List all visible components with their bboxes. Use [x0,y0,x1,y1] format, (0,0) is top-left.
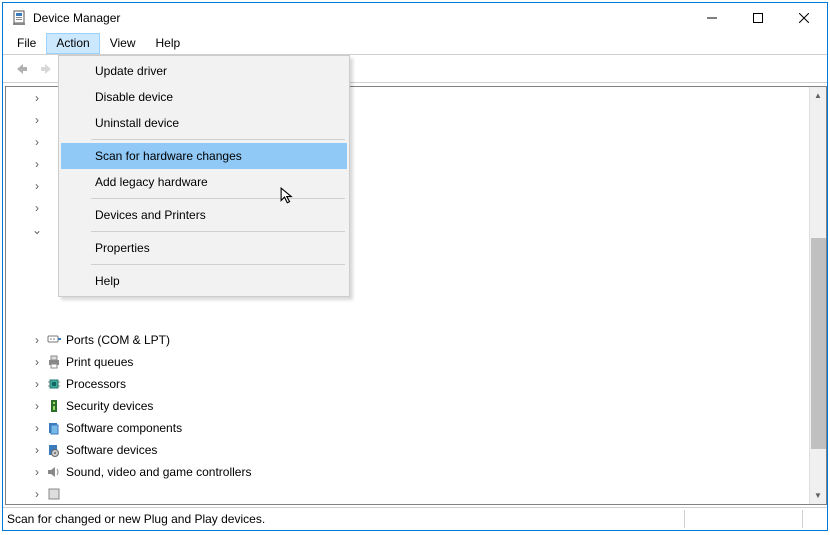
tree-label: Software devices [66,443,157,457]
mouse-cursor-icon [280,187,298,205]
maximize-button[interactable] [735,3,781,33]
tree-label: Sound, video and game controllers [66,465,251,479]
scrollbar-thumb[interactable] [811,238,826,449]
tree-row-software-components[interactable]: › Software components [6,417,808,439]
expand-glyph[interactable]: › [30,355,44,369]
menu-separator [91,231,345,232]
ports-icon [46,332,62,348]
menu-action[interactable]: Action [46,33,99,54]
statusbar: Scan for changed or new Plug and Play de… [3,507,827,530]
menuitem-scan-hardware[interactable]: Scan for hardware changes [61,143,347,169]
menuitem-update-driver[interactable]: Update driver [61,58,347,84]
menuitem-properties[interactable]: Properties [61,235,347,261]
tree-row-cutoff[interactable]: › [6,483,808,505]
menuitem-devices-printers[interactable]: Devices and Printers [61,202,347,228]
tree-row-software-devices[interactable]: › Software devices [6,439,808,461]
expand-glyph[interactable]: › [30,421,44,435]
tree-label: Software components [66,421,182,435]
expand-glyph[interactable]: › [30,179,44,193]
menu-file[interactable]: File [7,33,46,54]
tree-row-security[interactable]: › Security devices [6,395,808,417]
expand-glyph[interactable]: › [30,113,44,127]
speaker-icon [46,464,62,480]
menuitem-disable-device[interactable]: Disable device [61,84,347,110]
menuitem-add-legacy[interactable]: Add legacy hardware [61,169,347,195]
expand-glyph[interactable]: › [30,135,44,149]
window-controls [689,3,827,33]
action-dropdown-menu: Update driver Disable device Uninstall d… [58,55,350,297]
expand-glyph[interactable]: › [30,443,44,457]
statusbar-separator [684,510,685,528]
expand-glyph[interactable]: › [30,157,44,171]
expand-glyph[interactable]: › [30,399,44,413]
processor-icon [46,376,62,392]
vertical-scrollbar[interactable]: ▲ ▼ [809,87,826,504]
expand-glyph[interactable]: › [30,333,44,347]
statusbar-text: Scan for changed or new Plug and Play de… [7,512,265,526]
device-manager-app-icon [11,10,27,26]
device-manager-window: Device Manager File Action View Help [2,2,828,531]
expand-glyph[interactable]: › [30,201,44,215]
menu-help[interactable]: Help [146,33,191,54]
software-component-icon [46,420,62,436]
statusbar-separator [802,510,803,528]
tree-row-processors[interactable]: › Processors [6,373,808,395]
expand-glyph[interactable]: › [30,91,44,105]
tree-label: Print queues [66,355,133,369]
menu-view[interactable]: View [100,33,146,54]
menu-separator [91,198,345,199]
forward-button[interactable] [35,58,59,80]
printer-icon [46,354,62,370]
tree-row-print-queues[interactable]: › Print queues [6,351,808,373]
scroll-up-button[interactable]: ▲ [810,87,826,104]
menu-separator [91,264,345,265]
expand-glyph[interactable]: › [30,377,44,391]
security-icon [46,398,62,414]
window-title: Device Manager [33,11,689,25]
device-icon [46,486,62,502]
expand-glyph[interactable]: › [30,465,44,479]
close-button[interactable] [781,3,827,33]
menubar: File Action View Help [3,33,827,55]
tree-row-hidden[interactable] [6,307,808,329]
menuitem-help[interactable]: Help [61,268,347,294]
scroll-down-button[interactable]: ▼ [810,487,826,504]
expand-glyph[interactable]: › [30,487,44,501]
minimize-button[interactable] [689,3,735,33]
titlebar: Device Manager [3,3,827,33]
tree-row-sound[interactable]: › Sound, video and game controllers [6,461,808,483]
menuitem-uninstall-device[interactable]: Uninstall device [61,110,347,136]
tree-label: Ports (COM & LPT) [66,333,170,347]
tree-row-ports[interactable]: › Ports (COM & LPT) [6,329,808,351]
tree-label: Security devices [66,399,153,413]
expand-glyph-down[interactable]: ⌄ [30,223,44,237]
tree-label: Processors [66,377,126,391]
back-button[interactable] [9,58,33,80]
software-device-icon [46,442,62,458]
menu-separator [91,139,345,140]
